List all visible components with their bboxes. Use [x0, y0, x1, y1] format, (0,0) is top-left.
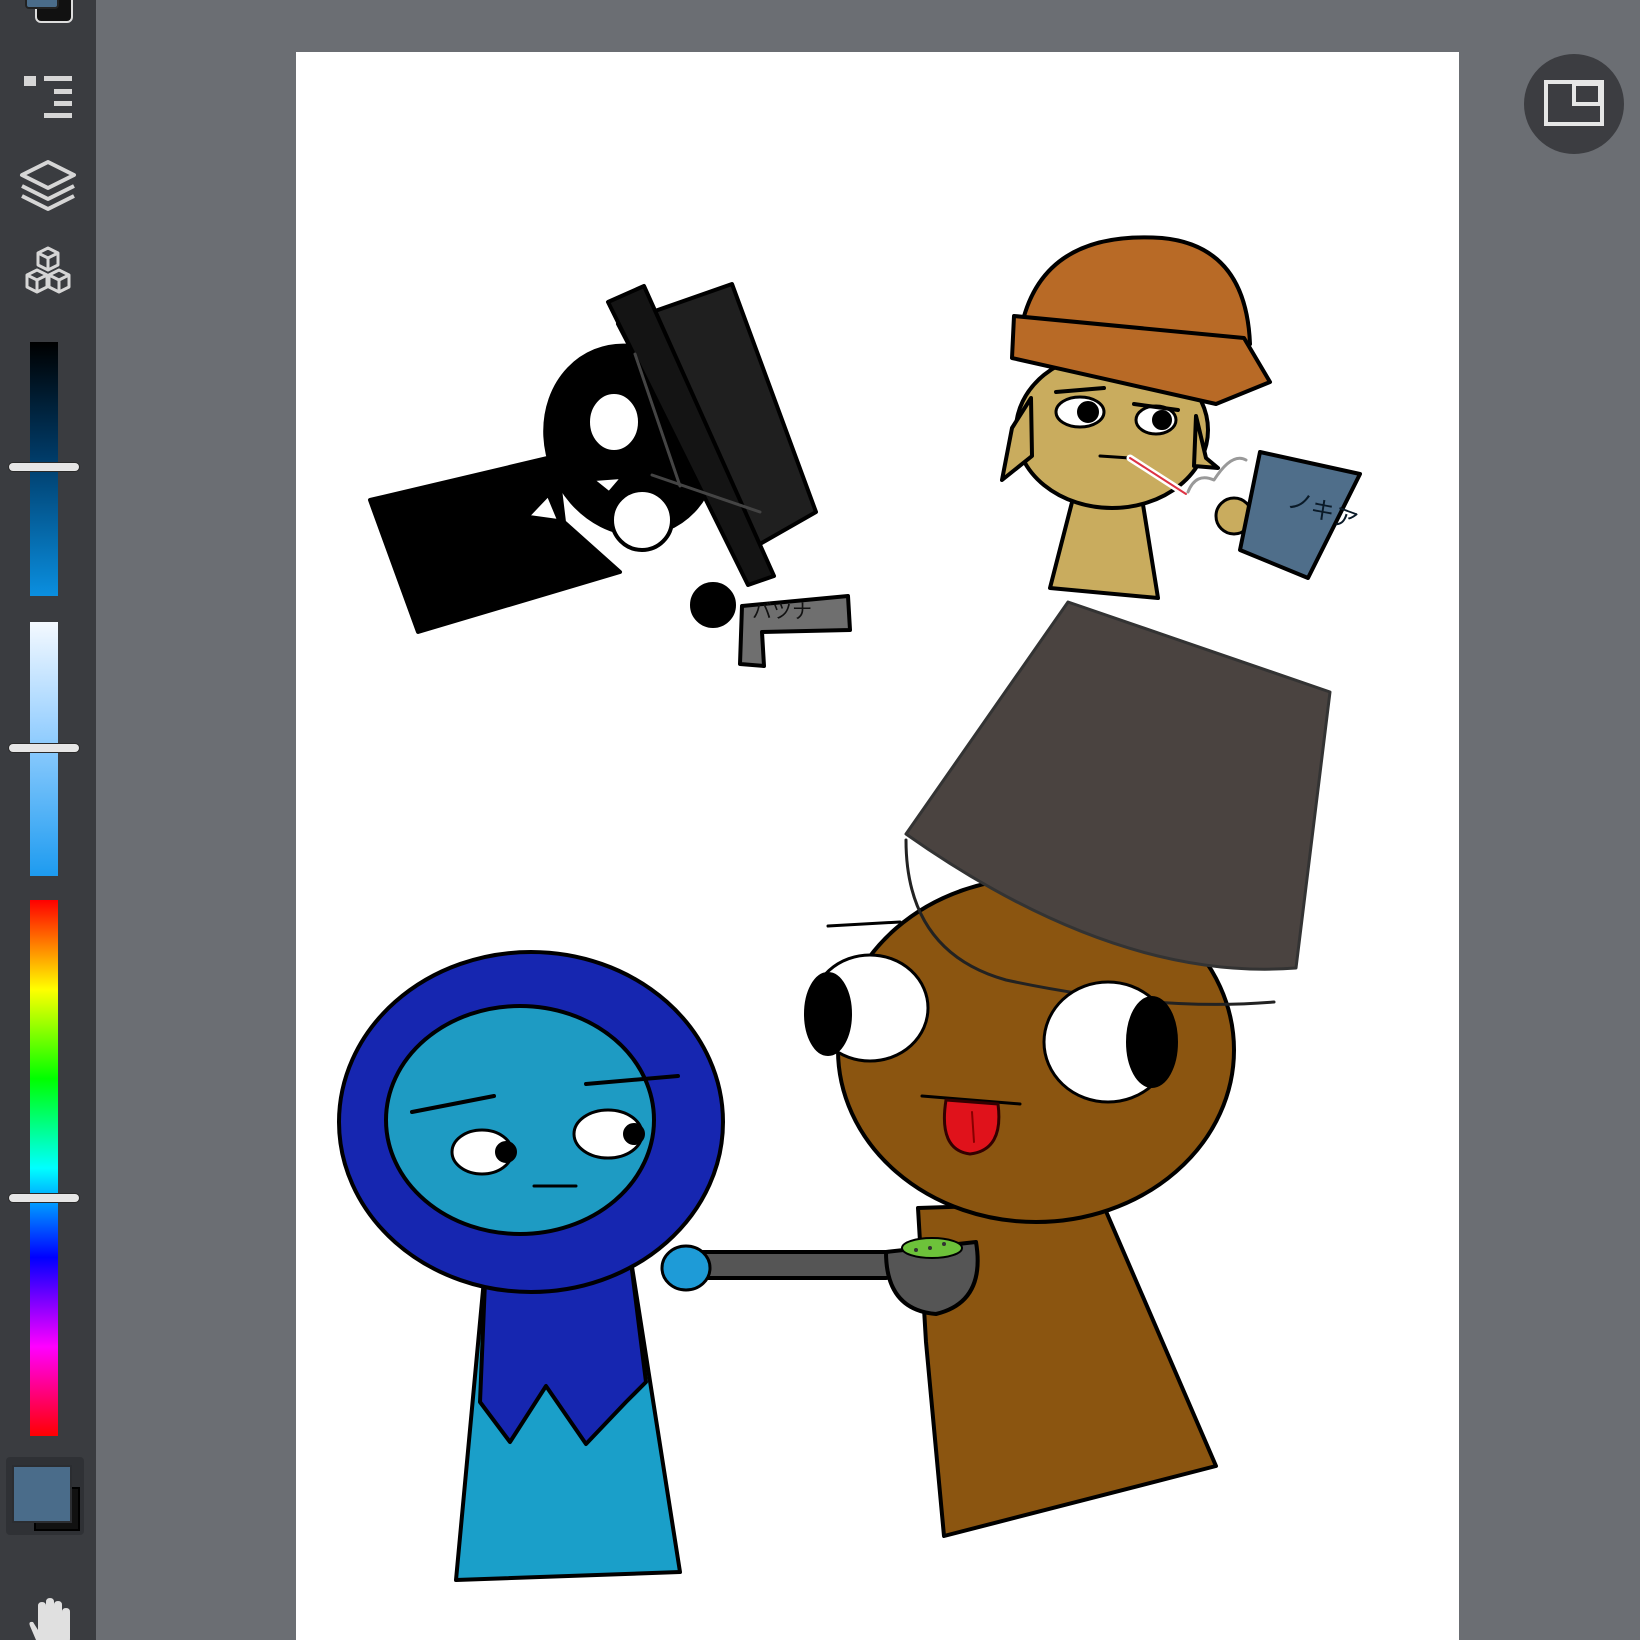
katakana-tag-gray: バツナ — [752, 599, 812, 623]
brightness-slider-handle[interactable] — [9, 463, 79, 471]
saturation-slider-handle[interactable] — [9, 744, 79, 752]
drawing-canvas[interactable]: バツナ ノキア — [296, 52, 1459, 1640]
color-swatch-icon[interactable] — [18, 0, 78, 32]
left-toolbar — [0, 0, 96, 1640]
hand-tool-icon[interactable] — [18, 1596, 78, 1640]
tan-character: ノキア — [1000, 235, 1362, 600]
materials-cubes-icon[interactable] — [18, 244, 78, 304]
brown-character — [660, 600, 1332, 1538]
artwork: バツナ ノキア — [337, 235, 1362, 1582]
window-mode-button[interactable] — [1524, 54, 1624, 154]
black-character: バツナ — [368, 282, 852, 668]
primary-color-swatch[interactable] — [12, 1465, 72, 1523]
layers-icon[interactable] — [18, 156, 78, 216]
menu-list-icon[interactable] — [18, 66, 78, 126]
window-mode-icon — [1544, 80, 1604, 126]
hue-slider[interactable] — [30, 900, 58, 1436]
hue-slider-handle[interactable] — [9, 1194, 79, 1202]
paint-app: バツナ ノキア — [0, 0, 1640, 1640]
